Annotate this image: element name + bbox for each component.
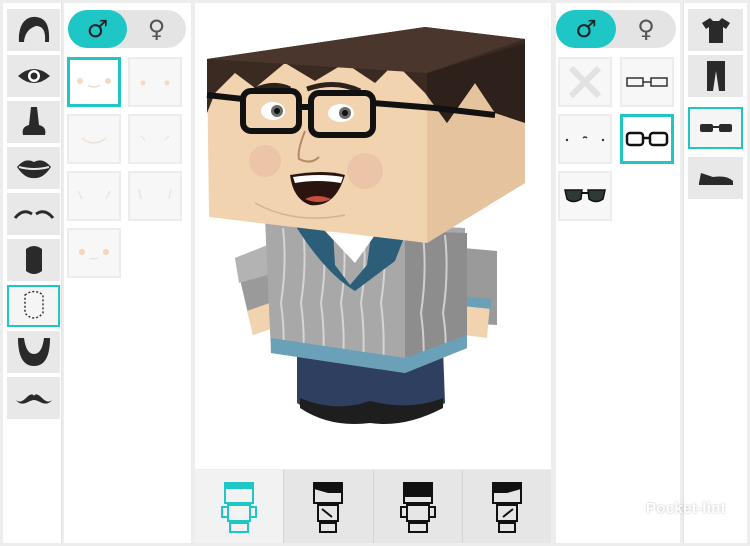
lips-icon [16, 160, 51, 179]
rimless-glasses-icon [565, 136, 605, 142]
category-eyebrows-button[interactable] [7, 193, 60, 235]
gender-toggle-right: ♂ ♀ [556, 10, 676, 48]
glasses-option-sunglasses[interactable] [558, 171, 612, 221]
face-option-1[interactable] [67, 57, 121, 107]
left-category-column [3, 3, 62, 543]
face-option-3[interactable] [67, 114, 121, 164]
glasses-option-black-frame[interactable] [620, 114, 674, 164]
category-lips-button[interactable] [7, 147, 60, 189]
eye-icon [17, 69, 50, 83]
shirt-icon [701, 18, 730, 43]
face-lines-icon [138, 188, 172, 200]
male-button[interactable]: ♂ [68, 10, 127, 48]
gender-toggle-left: ♂ ♀ [68, 10, 186, 48]
category-face-shape-button[interactable] [7, 285, 60, 327]
category-beard-button[interactable] [7, 331, 60, 373]
character-preview-stage [195, 3, 551, 469]
glasses-option-none[interactable] [558, 57, 612, 107]
paper-toy-character [206, 27, 525, 424]
black-frame-glasses-icon [625, 131, 669, 147]
category-glasses-button[interactable] [688, 107, 743, 149]
beard-icon [17, 338, 50, 366]
view-side-left-button[interactable] [284, 470, 374, 543]
category-shoes-button[interactable] [688, 157, 743, 199]
face-freckles-icon [140, 135, 170, 141]
category-hair-button[interactable] [7, 9, 60, 51]
category-mustache-button[interactable] [7, 377, 60, 419]
face-wide-smile-icon [81, 137, 107, 144]
watermark: Pocket-lint [646, 500, 726, 517]
character-front-view-icon [221, 481, 258, 533]
face-shape-icon [23, 290, 44, 319]
face-option-7[interactable] [67, 228, 121, 278]
ear-icon [25, 246, 42, 274]
male-button-right[interactable]: ♂ [556, 10, 616, 48]
glasses-options-panel: ♂ ♀ [556, 3, 680, 543]
female-button-right[interactable]: ♀ [616, 10, 676, 48]
pants-icon [706, 61, 725, 91]
sunglasses-icon [564, 189, 606, 203]
glasses-icon [699, 124, 732, 132]
glasses-option-thin[interactable] [620, 57, 674, 107]
face-option-4[interactable] [128, 114, 182, 164]
face-option-6[interactable] [128, 171, 182, 221]
view-side-right-button[interactable] [463, 470, 551, 543]
female-button[interactable]: ♀ [127, 10, 186, 48]
nose-icon [22, 107, 45, 135]
face-option-2[interactable] [128, 57, 182, 107]
mustache-icon [15, 394, 52, 404]
character-back-view-icon [399, 481, 436, 533]
view-front-button[interactable] [195, 470, 285, 543]
face-options-panel: ♂ ♀ [64, 3, 191, 543]
shoe-icon [698, 173, 733, 185]
hair-icon [18, 16, 49, 42]
view-back-button[interactable] [374, 470, 463, 543]
category-ear-button[interactable] [7, 239, 60, 281]
category-pants-button[interactable] [688, 55, 743, 97]
right-category-column [683, 3, 747, 543]
face-cheeks-icon [77, 190, 111, 200]
face-blush-icon [140, 80, 170, 86]
character-side-left-view-icon [313, 481, 344, 533]
face-option-5[interactable] [67, 171, 121, 221]
eyebrows-icon [13, 210, 54, 219]
glasses-option-rimless[interactable] [558, 114, 612, 164]
category-eyes-button[interactable] [7, 55, 60, 97]
face-rosy-icon [79, 249, 109, 260]
category-nose-button[interactable] [7, 101, 60, 143]
view-switcher-bar [195, 470, 551, 543]
face-blush-smile-icon [77, 78, 111, 88]
category-shirt-button[interactable] [688, 9, 743, 51]
character-side-right-view-icon [491, 481, 522, 533]
none-x-icon [568, 65, 602, 99]
thin-rectangle-glasses-icon [626, 77, 668, 87]
